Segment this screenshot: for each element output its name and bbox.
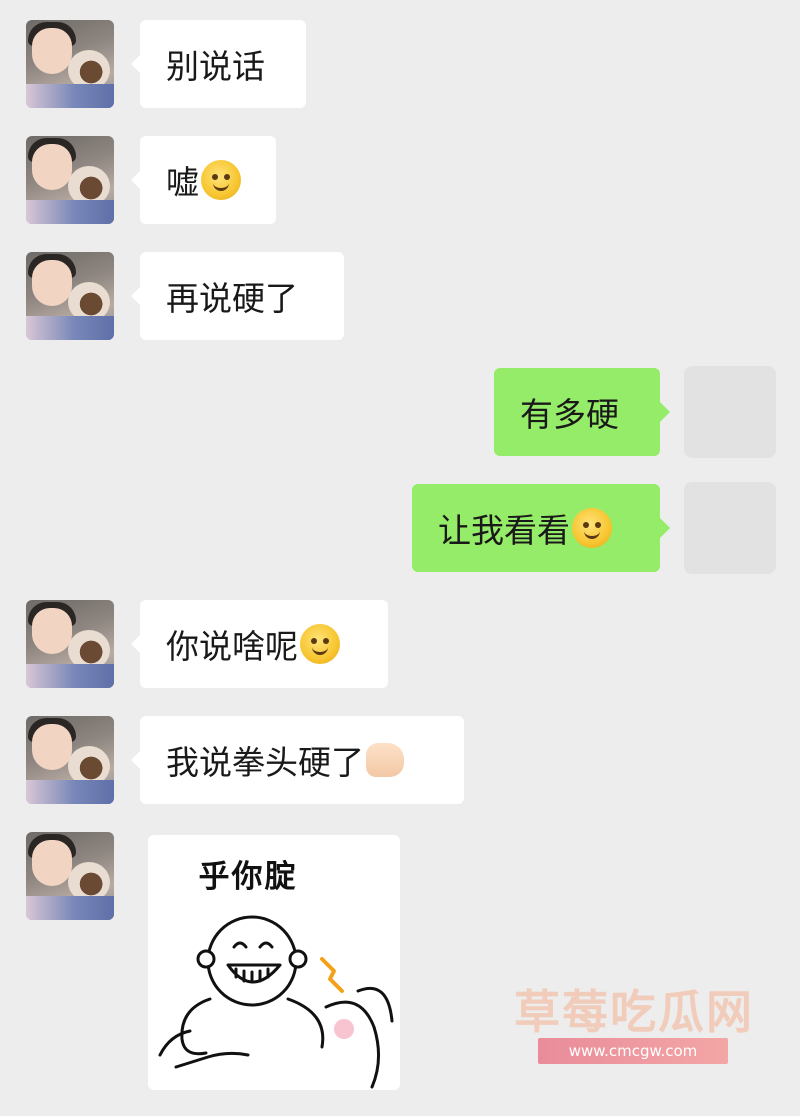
smiling-face-icon <box>300 624 340 664</box>
outgoing-message-bubble[interactable]: 有多硬 <box>494 368 670 456</box>
contact-avatar[interactable] <box>26 20 114 108</box>
shushing-face-icon <box>201 160 241 200</box>
incoming-message-bubble[interactable]: 我说拳头硬了 <box>131 716 464 804</box>
message-text: 嘘 <box>166 163 199 202</box>
message-text: 有多硬 <box>520 395 619 434</box>
grimacing-face-icon <box>572 508 612 548</box>
outgoing-message-bubble[interactable]: 让我看看 <box>412 484 670 572</box>
my-avatar[interactable] <box>684 366 776 458</box>
fist-icon <box>366 743 404 777</box>
message-text: 再说硬了 <box>166 279 298 318</box>
contact-avatar[interactable] <box>26 252 114 340</box>
contact-avatar[interactable] <box>26 600 114 688</box>
watermark-text: 草莓吃瓜网 <box>514 985 754 1039</box>
my-avatar[interactable] <box>684 482 776 574</box>
incoming-message-bubble[interactable]: 再说硬了 <box>131 252 344 340</box>
contact-avatar[interactable] <box>26 832 114 920</box>
message-text: 别说话 <box>166 47 265 86</box>
incoming-message-bubble[interactable]: 别说话 <box>131 20 306 108</box>
message-text: 让我看看 <box>438 511 570 550</box>
cartoon-slap-sticker-icon <box>158 915 394 1089</box>
contact-avatar[interactable] <box>26 136 114 224</box>
watermark-url: www.cmcgw.com <box>538 1038 728 1064</box>
message-text: 我说拳头硬了 <box>166 743 364 782</box>
incoming-message-bubble[interactable]: 你说啥呢 <box>131 600 388 688</box>
message-text: 你说啥呢 <box>166 627 298 666</box>
contact-avatar[interactable] <box>26 716 114 804</box>
incoming-message-bubble[interactable]: 嘘 <box>131 136 276 224</box>
sticker-message[interactable]: 乎你腚 <box>148 835 400 1090</box>
